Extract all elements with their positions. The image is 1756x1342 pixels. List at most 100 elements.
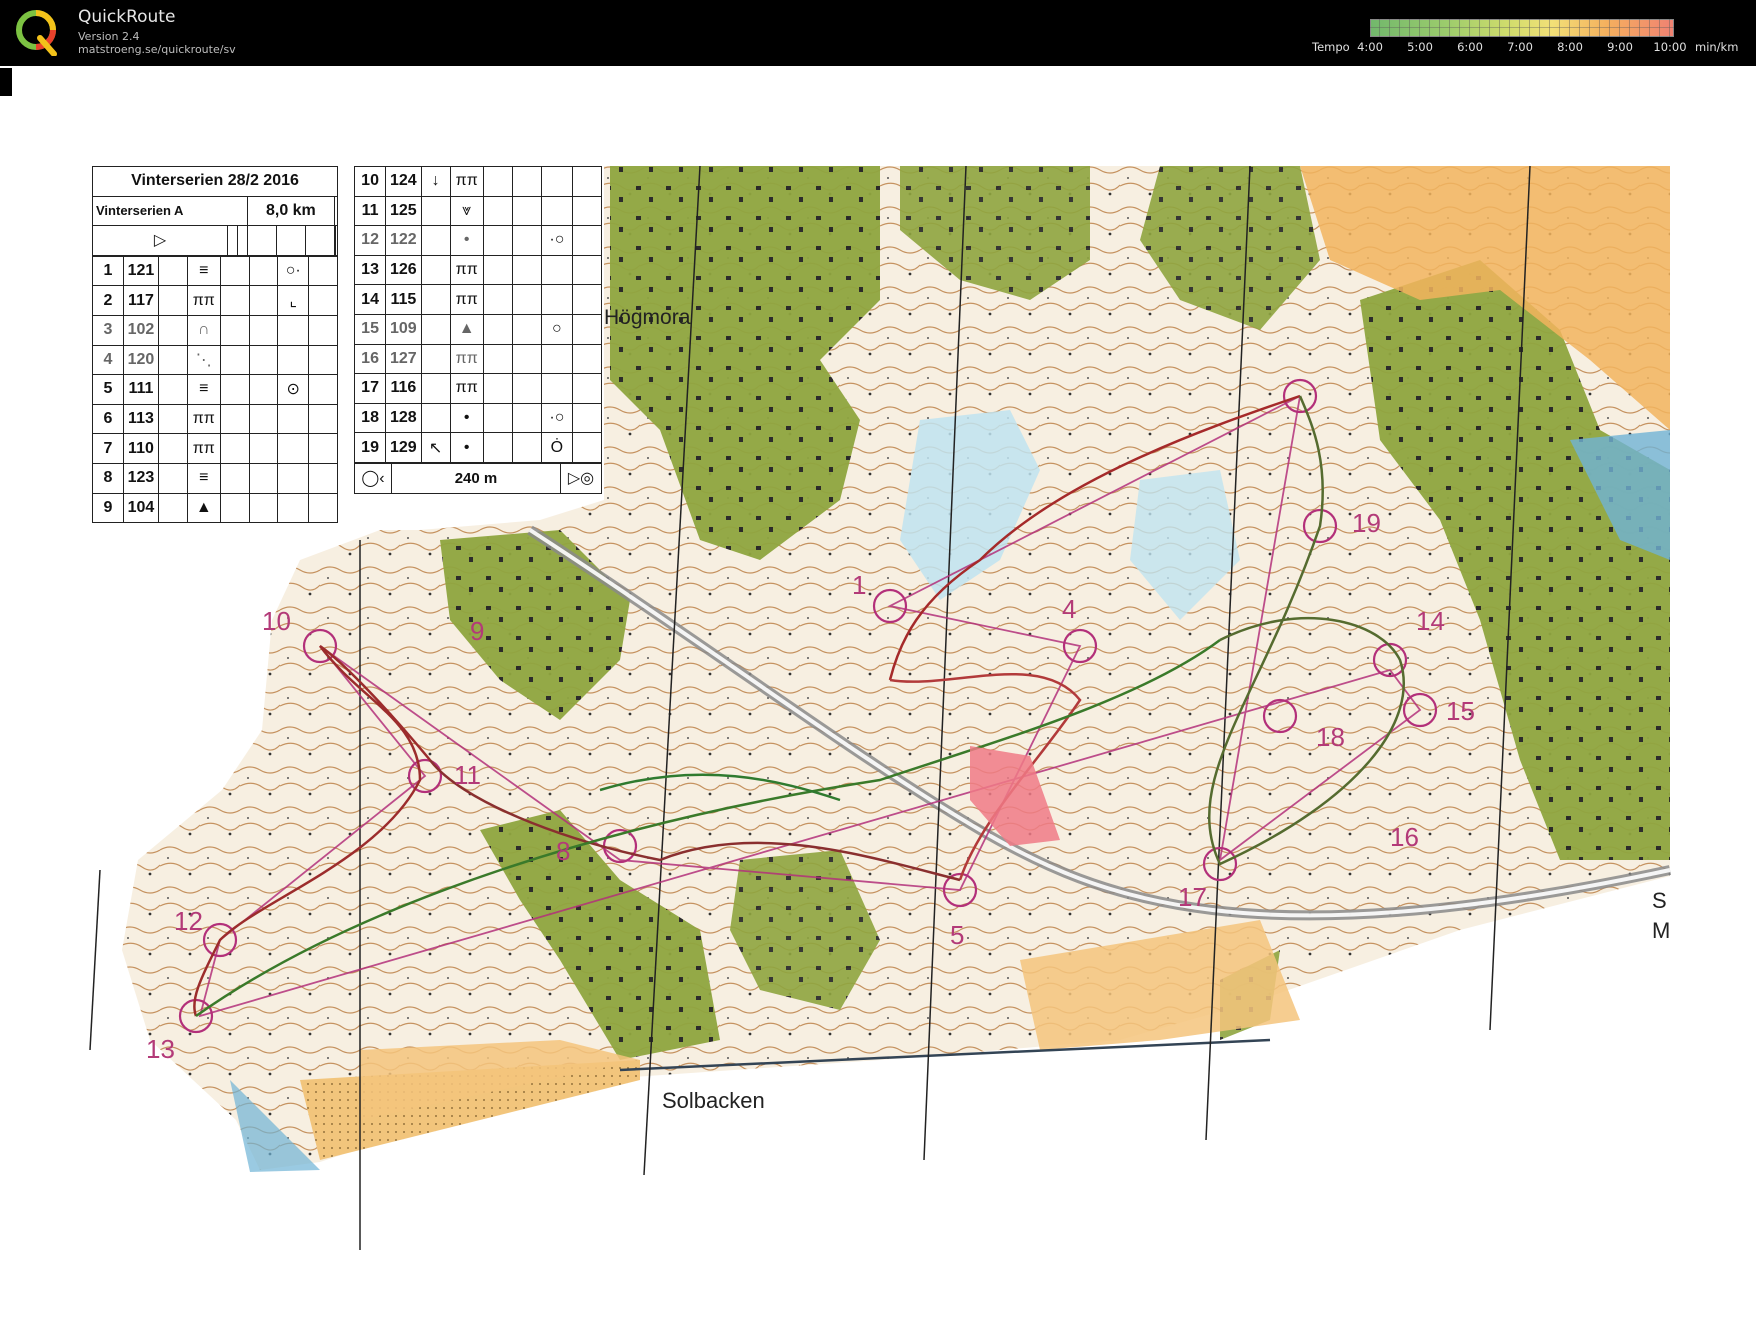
location-symbol-icon: ⌞: [277, 285, 310, 316]
blank-cell: [308, 285, 338, 316]
control-code: 125: [385, 195, 422, 227]
blank-cell: [511, 225, 542, 256]
blank-cell: [158, 255, 188, 287]
control-descriptions-left: Vinterserien 28/2 2016 Vinterserien A 8,…: [91, 166, 338, 524]
blank-cell: [308, 374, 338, 405]
blank-cell: [511, 195, 542, 227]
control-number: 18: [1316, 722, 1345, 752]
blank-cell: [482, 402, 513, 434]
tempo-scale-grid: [1370, 19, 1674, 37]
control-number: 1: [92, 255, 124, 287]
blank-cell: [308, 403, 338, 435]
blank-cell: [482, 373, 513, 404]
control-number: 9: [470, 616, 485, 646]
control-number: 12: [174, 906, 203, 936]
control-row: 7 110 ππ: [92, 433, 338, 464]
location-symbol-icon: Ȯ: [540, 432, 573, 463]
control-descriptions-right: 10 124 ↓ ππ 11 125 ⩔ 12 122 • ·○ 13 126 ππ 14 115 ππ 15 10…: [353, 166, 603, 494]
blank-cell: [482, 254, 513, 286]
blank-cell: [308, 492, 338, 524]
feature-symbol-icon: ππ: [449, 254, 484, 286]
blank-cell: [571, 166, 603, 197]
control-code: 109: [385, 313, 422, 345]
control-number: 12: [353, 225, 387, 256]
blank-cell: [482, 313, 513, 345]
feature-symbol-icon: ⋱: [186, 344, 221, 376]
app-url[interactable]: matstroeng.se/quickroute/sv: [78, 43, 236, 56]
control-row: 6 113 ππ: [92, 403, 338, 435]
app-version: Version 2.4: [78, 30, 140, 43]
tempo-scale-midline: [1370, 27, 1674, 28]
feature-symbol-icon: ππ: [449, 166, 484, 197]
control-number: 2: [92, 285, 124, 316]
control-row: 19 129 ↖ • Ȯ: [353, 432, 603, 463]
blank-cell: [482, 284, 513, 315]
control-code: 115: [385, 284, 422, 315]
control-code: 129: [385, 432, 422, 463]
blank-cell: [511, 373, 542, 404]
control-row: 8 123 ≡: [92, 462, 338, 494]
blank-cell: [511, 402, 542, 434]
direction-arrow-icon: [420, 195, 451, 227]
blank-cell: [219, 374, 250, 405]
app-title: QuickRoute: [78, 7, 176, 27]
blank-cell: [219, 403, 250, 435]
control-row: 10 124 ↓ ππ: [353, 166, 603, 197]
tempo-tick: 9:00: [1607, 40, 1633, 54]
blank-cell: [511, 313, 542, 345]
blank-cell: [482, 343, 513, 375]
control-row: 11 125 ⩔: [353, 195, 603, 227]
control-code: 111: [122, 374, 160, 405]
control-row: 17 116 ππ: [353, 373, 603, 404]
blank-cell: [571, 254, 603, 286]
quickroute-logo-icon: [16, 10, 57, 56]
control-number: 9: [92, 492, 124, 524]
control-number: 1: [852, 570, 867, 600]
control-number: 15: [353, 313, 387, 345]
blank-cell: [248, 374, 279, 405]
control-number: 16: [353, 343, 387, 375]
tempo-tick: 8:00: [1557, 40, 1583, 54]
blank-cell: [482, 225, 513, 256]
control-number: 8: [92, 462, 124, 494]
control-number: 18: [353, 402, 387, 434]
location-symbol-icon: [277, 403, 310, 435]
direction-arrow-icon: [420, 284, 451, 315]
blank-cell: [511, 432, 542, 463]
feature-symbol-icon: ▲: [186, 492, 221, 524]
place-label-edge-m: M: [1652, 918, 1671, 943]
control-row: 18 128 • ·○: [353, 402, 603, 434]
control-number: 6: [92, 403, 124, 435]
control-row: 5 111 ≡ ⊙: [92, 374, 338, 405]
feature-symbol-icon: ∩: [186, 314, 221, 346]
control-number: 11: [454, 760, 481, 790]
feature-symbol-icon: ππ: [449, 343, 484, 375]
control-code: 126: [385, 254, 422, 286]
control-number: 10: [353, 166, 387, 197]
tempo-unit: min/km: [1695, 40, 1739, 54]
location-symbol-icon: [277, 492, 310, 524]
control-row: 16 127 ππ: [353, 343, 603, 375]
control-code: 128: [385, 402, 422, 434]
blank-cell: [248, 492, 279, 524]
blank-cell: [482, 195, 513, 227]
control-code: 123: [122, 462, 160, 494]
control-code: 122: [385, 225, 422, 256]
blank-cell: [158, 374, 188, 405]
control-code: 120: [122, 344, 160, 376]
location-symbol-icon: [540, 195, 573, 227]
control-number: 15: [1446, 696, 1475, 726]
location-symbol-icon: ⊙: [277, 374, 310, 405]
blank-cell: [158, 344, 188, 376]
blank-cell: [571, 284, 603, 315]
class-name: Vinterserien A: [91, 195, 249, 227]
control-number: 14: [1416, 606, 1445, 636]
control-code: 121: [122, 255, 160, 287]
control-code: 117: [122, 285, 160, 316]
control-number: 14: [353, 284, 387, 315]
place-label-solbacken: Solbacken: [662, 1088, 765, 1113]
feature-symbol-icon: ⩔: [449, 195, 484, 227]
location-symbol-icon: ·○: [540, 225, 573, 256]
blank-cell: [511, 166, 542, 197]
control-row: 13 126 ππ: [353, 254, 603, 286]
